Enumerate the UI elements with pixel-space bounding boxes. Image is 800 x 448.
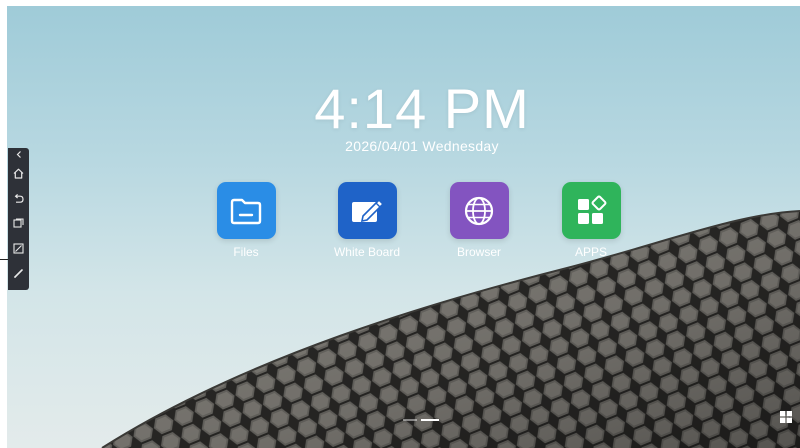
app-apps[interactable]: APPS bbox=[536, 182, 646, 259]
desktop-screen: 4:14 PM 2026/04/01 Wednesday Files White… bbox=[7, 6, 800, 448]
screenshot-icon bbox=[13, 243, 24, 254]
page-dot-active[interactable] bbox=[421, 419, 439, 421]
app-browser-tile[interactable] bbox=[449, 182, 509, 239]
sidebar-connector bbox=[0, 259, 8, 260]
app-apps-label: APPS bbox=[574, 245, 607, 259]
sidebar-home-button[interactable] bbox=[8, 161, 29, 186]
app-files[interactable]: Files bbox=[191, 182, 301, 259]
app-browser-label: Browser bbox=[456, 245, 501, 259]
clock-date: 2026/04/01 Wednesday bbox=[345, 138, 499, 154]
pen-icon bbox=[14, 269, 23, 278]
page-dot[interactable] bbox=[403, 419, 417, 421]
app-white-board[interactable]: White Board bbox=[312, 182, 422, 259]
sidebar-back-button[interactable] bbox=[8, 186, 29, 211]
app-files-label: Files bbox=[233, 245, 259, 259]
sidebar-screenshot-button[interactable] bbox=[8, 236, 29, 261]
back-icon bbox=[14, 193, 24, 203]
home-icon bbox=[13, 168, 24, 179]
floating-sidebar bbox=[8, 148, 29, 290]
globe-icon bbox=[464, 196, 494, 225]
app-browser[interactable]: Browser bbox=[424, 182, 534, 259]
app-white-board-label: White Board bbox=[333, 245, 401, 259]
page-indicator bbox=[403, 419, 439, 421]
app-files-tile[interactable] bbox=[216, 182, 276, 239]
windows-logo-icon[interactable] bbox=[780, 411, 792, 423]
sidebar-windows-button[interactable] bbox=[8, 211, 29, 236]
sidebar-pen-button[interactable] bbox=[8, 261, 29, 286]
apps-grid-icon bbox=[578, 195, 607, 224]
collapse-chevron-icon bbox=[16, 151, 21, 158]
app-apps-tile[interactable] bbox=[561, 182, 621, 239]
sidebar-collapse-button[interactable] bbox=[8, 148, 29, 161]
clock-time: 4:14 PM bbox=[314, 77, 530, 140]
app-white-board-tile[interactable] bbox=[337, 182, 397, 239]
whiteboard-icon bbox=[352, 198, 385, 222]
folder-icon bbox=[230, 198, 262, 224]
windows-icon bbox=[13, 218, 24, 228]
